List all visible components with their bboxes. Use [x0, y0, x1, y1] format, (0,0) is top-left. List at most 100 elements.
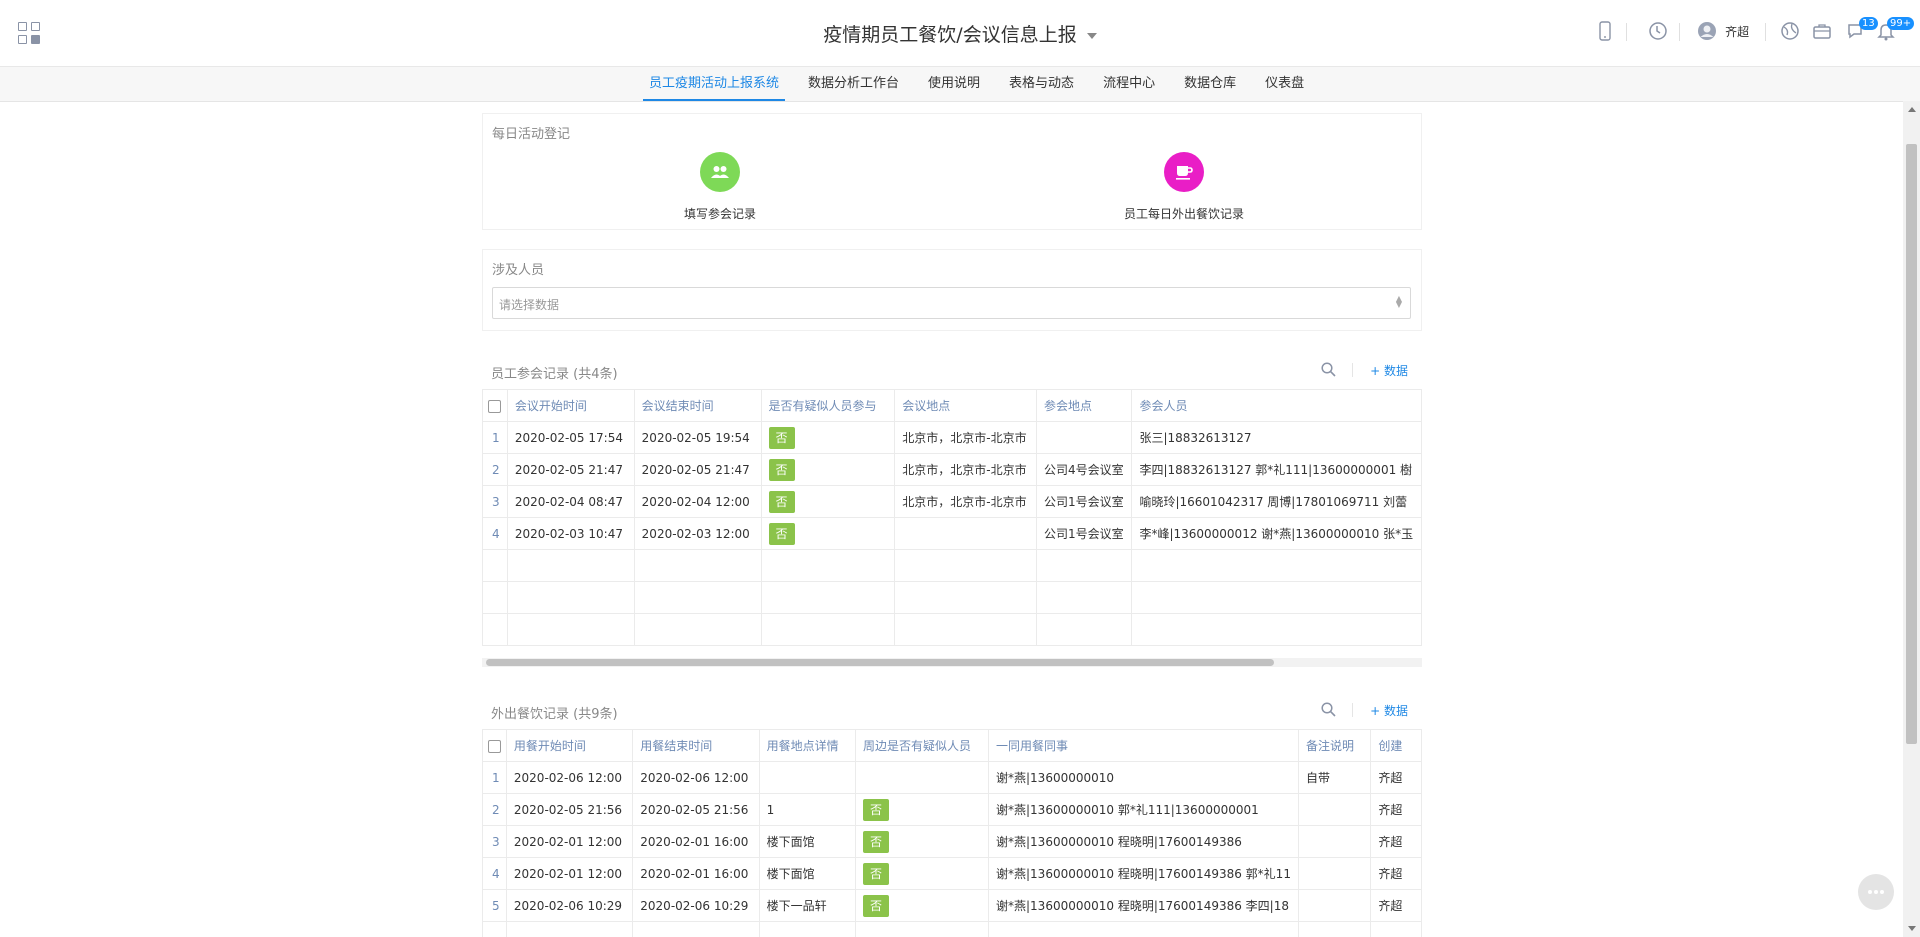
status-badge: 否: [768, 458, 795, 481]
tab-instructions[interactable]: 使用说明: [922, 67, 986, 101]
briefcase-icon[interactable]: [1812, 21, 1832, 45]
cell-suspect: 否: [760, 453, 896, 486]
empty-row: [482, 921, 1422, 937]
cell-suspect: 否: [855, 825, 989, 858]
divider: [1352, 703, 1353, 717]
column-header[interactable]: 会议结束时间: [633, 389, 762, 422]
cell-suspect: 否: [760, 421, 896, 454]
page-title[interactable]: 疫情期员工餐饮/会议信息上报: [0, 20, 1920, 47]
cell-place: 楼下面馆: [758, 857, 857, 890]
dining-records-title: 外出餐饮记录 (共9条): [491, 707, 618, 722]
search-icon[interactable]: [1321, 702, 1336, 721]
cell-venue: 公司1号会议室: [1035, 485, 1133, 518]
column-header[interactable]: 参会地点: [1035, 389, 1133, 422]
chevron-down-icon[interactable]: [1086, 32, 1097, 39]
select-all-checkbox[interactable]: [482, 389, 508, 422]
column-header[interactable]: 会议地点: [894, 389, 1037, 422]
cell-place: 1: [758, 793, 857, 826]
column-header[interactable]: 一同用餐同事: [988, 729, 1299, 762]
add-data-button[interactable]: + 数据: [1370, 362, 1408, 379]
empty-row: [482, 613, 1422, 646]
tab-workflow-center[interactable]: 流程中心: [1097, 67, 1161, 101]
involved-personnel-title: 涉及人员: [492, 263, 545, 278]
row-index: 4: [482, 517, 508, 550]
tab-data-analysis[interactable]: 数据分析工作台: [802, 67, 905, 101]
fill-meeting-record[interactable]: 填写参会记录: [620, 152, 820, 222]
table-row[interactable]: 3 2020-02-01 12:00 2020-02-01 16:00 楼下面馆…: [482, 825, 1422, 858]
table-row[interactable]: 2 2020-02-05 21:47 2020-02-05 21:47 否 北京…: [482, 453, 1422, 486]
cell-end-time: 2020-02-06 10:29: [632, 889, 760, 922]
bell-icon[interactable]: 99+: [1877, 17, 1915, 45]
status-badge: 否: [768, 522, 795, 545]
table-row[interactable]: 5 2020-02-06 10:29 2020-02-06 10:29 楼下一品…: [482, 889, 1422, 922]
avatar: [1698, 22, 1716, 40]
globe-icon[interactable]: [1780, 21, 1800, 45]
meeting-records-panel: 员工参会记录 (共4条) + 数据 会议开始时间 会议结束时间 是否有疑似人员参…: [482, 351, 1422, 672]
meeting-records-header: 员工参会记录 (共4条) + 数据: [482, 351, 1422, 389]
status-badge: 否: [863, 862, 890, 885]
table-row[interactable]: 1 2020-02-06 12:00 2020-02-06 12:00 谢*燕|…: [482, 761, 1422, 794]
personnel-select[interactable]: 请选择数据 ▲ ▼: [492, 287, 1411, 319]
message-icon[interactable]: 13: [1846, 17, 1878, 45]
cell-start-time: 2020-02-05 21:56: [505, 793, 634, 826]
user-profile[interactable]: 齐超: [1697, 21, 1749, 45]
cell-colleagues: 谢*燕|13600000010 程晓明|17600149386 郭*礼11: [988, 857, 1299, 890]
dining-records-panel: 外出餐饮记录 (共9条) + 数据 用餐开始时间 用餐结束时间 用餐地点详情 周…: [482, 691, 1422, 937]
cell-attendees: 张三|18832613127: [1131, 421, 1422, 454]
divider: [1352, 363, 1353, 377]
cell-attendees: 喻晓玲|16601042317 周博|17801069711 刘蕾: [1131, 485, 1422, 518]
column-header[interactable]: 会议开始时间: [506, 389, 635, 422]
column-header[interactable]: 周边是否有疑似人员: [855, 729, 989, 762]
table-row[interactable]: 3 2020-02-04 08:47 2020-02-04 12:00 否 北京…: [482, 485, 1422, 518]
status-badge: 否: [768, 426, 795, 449]
dining-records-header: 外出餐饮记录 (共9条) + 数据: [482, 691, 1422, 729]
status-badge: 否: [863, 798, 890, 821]
cell-location: 北京市，北京市-北京市: [894, 453, 1037, 486]
mobile-icon[interactable]: [1599, 21, 1611, 45]
scrollbar-thumb[interactable]: [1906, 144, 1917, 744]
cell-colleagues: 谢*燕|13600000010 郭*礼111|13600000001: [988, 793, 1299, 826]
scroll-down-icon[interactable]: [1908, 926, 1916, 931]
row-index: 2: [482, 453, 508, 486]
tab-data-warehouse[interactable]: 数据仓库: [1178, 67, 1242, 101]
cell-note: [1297, 857, 1372, 890]
table-row[interactable]: 1 2020-02-05 17:54 2020-02-05 19:54 否 北京…: [482, 421, 1422, 454]
scroll-up-icon[interactable]: [1908, 107, 1916, 112]
tab-activity-report[interactable]: 员工疫期活动上报系统: [643, 67, 786, 101]
cell-creator: 齐超: [1370, 793, 1422, 826]
tab-dashboard[interactable]: 仪表盘: [1259, 67, 1310, 101]
column-header[interactable]: 用餐开始时间: [505, 729, 634, 762]
cell-start-time: 2020-02-01 12:00: [505, 825, 634, 858]
clock-icon[interactable]: [1648, 21, 1668, 45]
cell-venue: 公司4号会议室: [1035, 453, 1133, 486]
column-header[interactable]: 创建: [1370, 729, 1422, 762]
table-row[interactable]: 4 2020-02-01 12:00 2020-02-01 16:00 楼下面馆…: [482, 857, 1422, 890]
divider: [1626, 23, 1627, 41]
column-header[interactable]: 是否有疑似人员参与: [760, 389, 896, 422]
column-header[interactable]: 参会人员: [1131, 389, 1422, 422]
cell-venue: 公司1号会议室: [1035, 517, 1133, 550]
cell-end-time: 2020-02-05 21:47: [633, 453, 762, 486]
cell-venue: [1035, 421, 1133, 454]
tab-tables-activity[interactable]: 表格与动态: [1003, 67, 1080, 101]
dining-record-label: 员工每日外出餐饮记录: [1123, 207, 1244, 221]
nav-bar: 员工疫期活动上报系统 数据分析工作台 使用说明 表格与动态 流程中心 数据仓库 …: [0, 67, 1920, 102]
select-all-checkbox[interactable]: [482, 729, 507, 762]
vertical-scrollbar[interactable]: [1903, 101, 1920, 937]
cell-end-time: 2020-02-05 21:56: [632, 793, 760, 826]
personnel-select-placeholder: 请选择数据: [499, 298, 560, 312]
table-row[interactable]: 2 2020-02-05 21:56 2020-02-05 21:56 1 否 …: [482, 793, 1422, 826]
dining-record[interactable]: 员工每日外出餐饮记录: [1084, 152, 1284, 222]
table-row[interactable]: 4 2020-02-03 10:47 2020-02-03 12:00 否 公司…: [482, 517, 1422, 550]
divider: [1679, 23, 1680, 41]
cell-end-time: 2020-02-01 16:00: [632, 825, 760, 858]
horizontal-scrollbar[interactable]: [482, 658, 1422, 667]
chat-button[interactable]: [1858, 874, 1894, 910]
column-header[interactable]: 备注说明: [1297, 729, 1372, 762]
cell-start-time: 2020-02-05 17:54: [506, 421, 635, 454]
column-header[interactable]: 用餐地点详情: [758, 729, 857, 762]
column-header[interactable]: 用餐结束时间: [632, 729, 760, 762]
search-icon[interactable]: [1321, 362, 1336, 381]
cell-creator: 齐超: [1370, 889, 1422, 922]
add-data-button[interactable]: + 数据: [1370, 702, 1408, 719]
